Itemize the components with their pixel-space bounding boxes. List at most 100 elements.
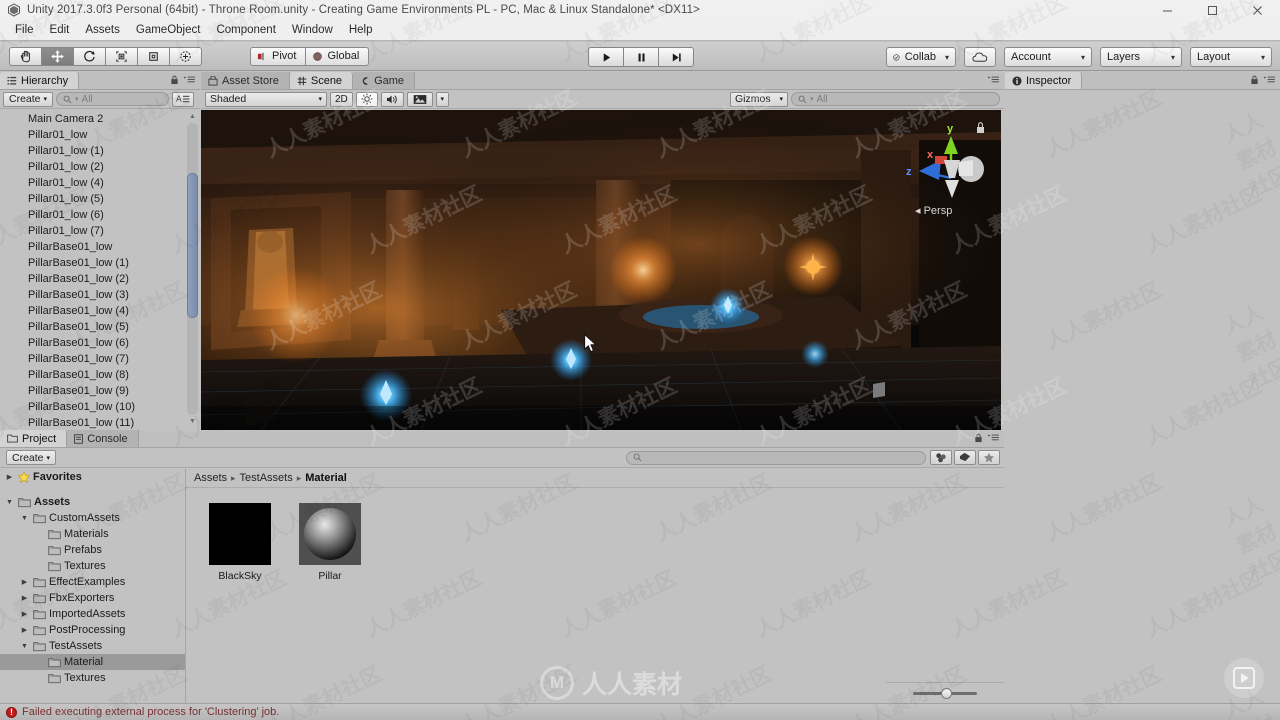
project-filter-label-button[interactable] <box>954 450 976 465</box>
scroll-up-arrow-icon[interactable]: ▲ <box>187 111 198 122</box>
options-icon[interactable] <box>987 433 1000 443</box>
pause-button[interactable] <box>623 47 659 67</box>
twisty-icon[interactable]: ▼ <box>4 499 15 506</box>
twisty-icon[interactable]: ▼ <box>19 515 30 522</box>
project-tree-item[interactable]: ▶ EffectExamples <box>0 574 185 590</box>
project-tree-item[interactable]: Material <box>0 654 185 670</box>
close-button[interactable] <box>1235 0 1280 20</box>
scene-viewport[interactable]: y z x ◂ Persp <box>201 110 1001 430</box>
project-favorites-row[interactable]: ▶ Favorites <box>0 469 185 485</box>
hierarchy-item[interactable]: PillarBase01_low (1) <box>0 255 186 271</box>
project-tree-item[interactable]: ▶ FbxExporters <box>0 590 185 606</box>
menu-help[interactable]: Help <box>341 22 381 38</box>
move-tool-button[interactable] <box>41 46 74 66</box>
menu-assets[interactable]: Assets <box>77 22 128 38</box>
status-bar[interactable]: ! Failed executing external process for … <box>0 703 1280 720</box>
hierarchy-item[interactable]: PillarBase01_low (2) <box>0 271 186 287</box>
hierarchy-item[interactable]: Pillar01_low (1) <box>0 143 186 159</box>
breadcrumb-item-testassets[interactable]: TestAssets <box>240 472 293 484</box>
shading-mode-dropdown[interactable]: Shaded ▾ <box>205 91 327 107</box>
hierarchy-item[interactable]: PillarBase01_low (5) <box>0 319 186 335</box>
twisty-icon[interactable]: ▼ <box>19 643 30 650</box>
hierarchy-search-input[interactable]: ▾ All <box>56 92 170 106</box>
hierarchy-item[interactable]: Pillar01_low (6) <box>0 207 186 223</box>
project-tree-item[interactable]: ▼ CustomAssets <box>0 510 185 526</box>
tab-game[interactable]: Game <box>353 72 416 89</box>
hierarchy-item[interactable]: PillarBase01_low (3) <box>0 287 186 303</box>
hierarchy-scrollbar[interactable] <box>187 123 198 415</box>
project-tree-item[interactable]: Materials <box>0 526 185 542</box>
asset-item-pillar[interactable]: Pillar <box>292 503 368 582</box>
collab-button[interactable]: Collab ▾ <box>886 47 956 67</box>
project-tree-item[interactable]: Textures <box>0 558 185 574</box>
hierarchy-scrollbar-thumb[interactable] <box>187 173 198 318</box>
zoom-slider-knob[interactable] <box>941 687 953 699</box>
minimize-button[interactable] <box>1145 0 1190 20</box>
hand-tool-button[interactable] <box>9 46 42 66</box>
tab-asset-store[interactable]: Asset Store <box>201 72 290 89</box>
asset-grid[interactable]: BlackSky Pillar <box>186 489 1004 681</box>
twisty-icon[interactable]: ▶ <box>19 610 30 618</box>
project-filter-favorite-button[interactable] <box>978 450 1000 465</box>
hierarchy-item[interactable]: Pillar01_low <box>0 127 186 143</box>
breadcrumb-item-material[interactable]: Material <box>305 472 347 484</box>
twisty-icon[interactable]: ▶ <box>19 594 30 602</box>
hierarchy-item[interactable]: PillarBase01_low <box>0 239 186 255</box>
tab-project[interactable]: Project <box>0 430 68 447</box>
scene-fx-button[interactable] <box>406 91 433 107</box>
hierarchy-item[interactable]: PillarBase01_low (4) <box>0 303 186 319</box>
scale-tool-button[interactable] <box>105 46 138 66</box>
hierarchy-item[interactable]: PillarBase01_low (9) <box>0 383 186 399</box>
layout-button[interactable]: Layout ▾ <box>1190 47 1272 67</box>
tab-hierarchy[interactable]: Hierarchy <box>0 72 80 89</box>
hierarchy-item[interactable]: PillarBase01_low (11) <box>0 415 186 430</box>
scene-search-input[interactable]: ▾ All <box>791 92 1000 106</box>
maximize-button[interactable] <box>1190 0 1235 20</box>
hierarchy-item[interactable]: PillarBase01_low (8) <box>0 367 186 383</box>
scene-2d-toggle[interactable]: 2D <box>330 91 353 107</box>
breadcrumb-item-assets[interactable]: Assets <box>194 472 227 484</box>
project-tree[interactable]: ▶ Favorites ▼ Assets ▼ CustomAssets Material… <box>0 469 186 703</box>
gizmos-dropdown[interactable]: Gizmos ▾ <box>730 91 788 107</box>
hierarchy-item[interactable]: PillarBase01_low (7) <box>0 351 186 367</box>
lock-icon[interactable] <box>1250 75 1259 85</box>
scene-audio-toggle[interactable] <box>380 91 404 107</box>
tab-scene[interactable]: Scene <box>289 72 354 89</box>
scene-view-gizmo[interactable]: y z x ◂ Persp <box>897 116 989 220</box>
scene-fx-dropdown[interactable]: ▾ <box>435 91 449 107</box>
account-button[interactable]: Account ▾ <box>1004 47 1092 67</box>
step-button[interactable] <box>658 47 694 67</box>
menu-edit[interactable]: Edit <box>42 22 78 38</box>
options-icon[interactable] <box>987 75 1000 85</box>
hierarchy-item[interactable]: PillarBase01_low (6) <box>0 335 186 351</box>
options-icon[interactable] <box>1263 75 1276 85</box>
options-icon[interactable] <box>183 75 196 85</box>
cloud-button[interactable] <box>964 47 996 67</box>
project-tree-item[interactable]: ▶ PostProcessing <box>0 622 185 638</box>
project-tree-item[interactable]: Textures <box>0 670 185 686</box>
hierarchy-item[interactable]: PillarBase01_low (10) <box>0 399 186 415</box>
lock-icon[interactable] <box>974 433 983 443</box>
rotate-tool-button[interactable] <box>73 46 106 66</box>
project-tree-item[interactable]: ▼ Assets <box>0 494 185 510</box>
hierarchy-item[interactable]: Pillar01_low (2) <box>0 159 186 175</box>
project-filter-type-button[interactable] <box>930 450 952 465</box>
project-tree-item[interactable]: ▶ ImportedAssets <box>0 606 185 622</box>
hierarchy-item[interactable]: Main Camera 2 <box>0 111 186 127</box>
transform-tool-button[interactable] <box>169 46 202 66</box>
twisty-icon[interactable]: ▶ <box>4 473 15 481</box>
asset-zoom-control[interactable] <box>886 682 1004 703</box>
hierarchy-list[interactable]: PillarBase01_low (11) PillarBase01_low (1… <box>0 109 200 430</box>
project-tree-item[interactable]: Prefabs <box>0 542 185 558</box>
tab-inspector[interactable]: Inspector <box>1005 72 1083 89</box>
menu-file[interactable]: File <box>7 22 42 38</box>
menu-gameobject[interactable]: GameObject <box>128 22 209 38</box>
project-create-button[interactable]: Create ▾ <box>6 450 57 465</box>
hierarchy-item[interactable]: Pillar01_low (4) <box>0 175 186 191</box>
gizmo-projection-label[interactable]: ◂ Persp <box>915 204 952 217</box>
zoom-slider-track[interactable] <box>913 687 977 699</box>
menu-component[interactable]: Component <box>208 22 283 38</box>
twisty-icon[interactable]: ▶ <box>19 578 30 586</box>
rect-tool-button[interactable] <box>137 46 170 66</box>
project-tree-item[interactable]: ▼ TestAssets <box>0 638 185 654</box>
